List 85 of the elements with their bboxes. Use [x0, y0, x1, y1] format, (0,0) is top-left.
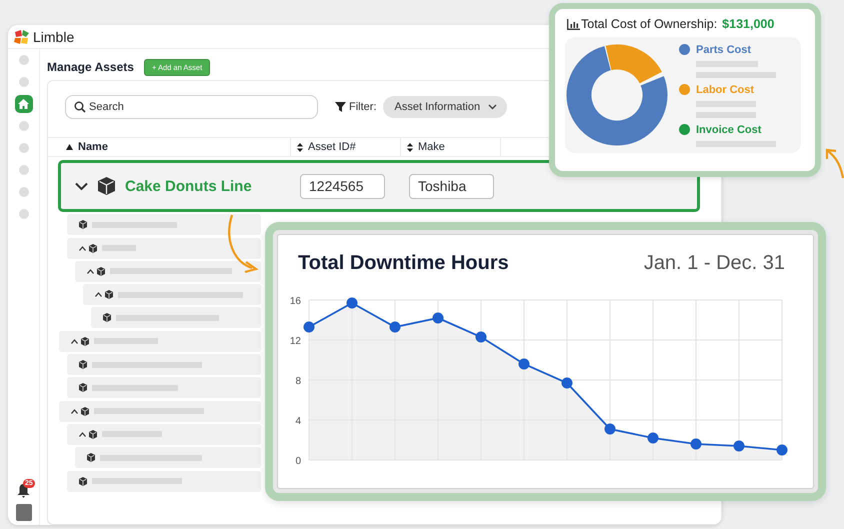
chevron-down-icon: [488, 104, 498, 110]
legend-label: Invoice Cost: [696, 124, 762, 136]
logo-icon: [13, 28, 31, 44]
avatar[interactable]: [16, 504, 32, 521]
cost-title: Total Cost of Ownership:: [581, 17, 718, 31]
asset-row[interactable]: [75, 447, 261, 468]
data-point: [432, 312, 444, 324]
cube-icon: [98, 177, 115, 195]
sort-ascending-icon: [66, 144, 73, 150]
chevron-icon[interactable]: [87, 268, 94, 274]
filter-label: Filter:: [349, 101, 376, 113]
search-field[interactable]: Search: [65, 95, 318, 119]
filter-icon: [335, 102, 346, 112]
data-point: [346, 298, 358, 308]
legend-label: Labor Cost: [696, 84, 754, 96]
data-point: [604, 424, 616, 434]
cube-icon: [89, 430, 97, 439]
chevron-icon[interactable]: [79, 432, 86, 437]
asset-row[interactable]: [67, 377, 261, 398]
cube-icon: [103, 313, 111, 322]
sort-icon: [407, 142, 413, 152]
cube-icon: [81, 406, 89, 416]
data-point: [476, 332, 486, 342]
sidebar-dot[interactable]: [18, 209, 28, 219]
legend-label: Parts Cost: [696, 44, 752, 56]
data-point: [690, 438, 702, 450]
sort-icon: [297, 142, 303, 152]
curved-arrow: [228, 214, 259, 274]
bar-chart-icon: [567, 18, 580, 30]
text-placeholder: [696, 100, 756, 106]
data-point: [734, 440, 744, 452]
column-header[interactable]: Asset ID#: [297, 141, 356, 153]
y-tick-label: 4: [295, 416, 301, 427]
cube-icon: [79, 476, 87, 486]
sidebar-dot[interactable]: [18, 77, 28, 87]
data-point: [776, 444, 788, 456]
data-point: [648, 432, 658, 444]
sidebar-dot[interactable]: [18, 187, 28, 197]
sidebar-dot[interactable]: [18, 143, 28, 153]
search-icon: [74, 101, 86, 113]
column-header[interactable]: Make: [407, 141, 445, 153]
asset-id-field[interactable]: 1224565: [300, 174, 385, 198]
data-point: [304, 322, 314, 332]
cube-icon: [79, 383, 87, 392]
data-point: [390, 322, 400, 332]
page-title: Manage Assets: [47, 60, 134, 74]
asset-row[interactable]: [67, 470, 261, 492]
curved-arrow: [826, 148, 844, 178]
data-point: [562, 378, 572, 388]
cube-icon: [97, 266, 105, 276]
chevron-down-icon[interactable]: [75, 182, 88, 190]
chevron-icon[interactable]: [95, 292, 102, 298]
sidebar-dot[interactable]: [18, 121, 28, 131]
asset-row[interactable]: [67, 214, 261, 236]
cube-icon: [81, 336, 89, 346]
cube-icon: [105, 290, 113, 300]
bell-icon[interactable]: [17, 484, 30, 498]
asset-row[interactable]: [91, 307, 261, 328]
asset-name: Cake Donuts Line: [125, 178, 252, 194]
text-placeholder: [696, 60, 758, 66]
chevron-icon[interactable]: [71, 338, 78, 344]
chevron-icon[interactable]: [79, 246, 86, 251]
column-header[interactable]: Name: [66, 141, 108, 153]
cube-icon: [79, 220, 87, 230]
chevron-icon[interactable]: [71, 408, 78, 414]
filter-dropdown[interactable]: Asset Information: [382, 96, 508, 118]
home-icon[interactable]: [14, 95, 32, 113]
text-placeholder: [696, 112, 756, 118]
y-tick-label: 16: [290, 296, 301, 307]
sidebar-dot[interactable]: [18, 165, 28, 175]
data-point: [518, 358, 530, 370]
make-field[interactable]: Toshiba: [409, 174, 494, 198]
asset-row[interactable]: [67, 354, 261, 376]
y-tick-label: 8: [295, 376, 301, 387]
date-range: Jan. 1 - Dec. 31: [644, 252, 785, 274]
asset-row[interactable]: Cake Donuts Line 1224565 Toshiba: [58, 160, 700, 212]
cube-icon: [87, 453, 95, 462]
y-tick-label: 12: [290, 336, 301, 347]
y-tick-label: 0: [295, 456, 301, 467]
cost-total: $131,000: [722, 17, 774, 31]
chart-title: Total Downtime Hours: [298, 252, 509, 274]
cube-icon: [89, 244, 97, 253]
cube-icon: [79, 360, 87, 370]
logo-text: Limble: [33, 28, 74, 44]
sidebar-dot[interactable]: [18, 55, 28, 65]
